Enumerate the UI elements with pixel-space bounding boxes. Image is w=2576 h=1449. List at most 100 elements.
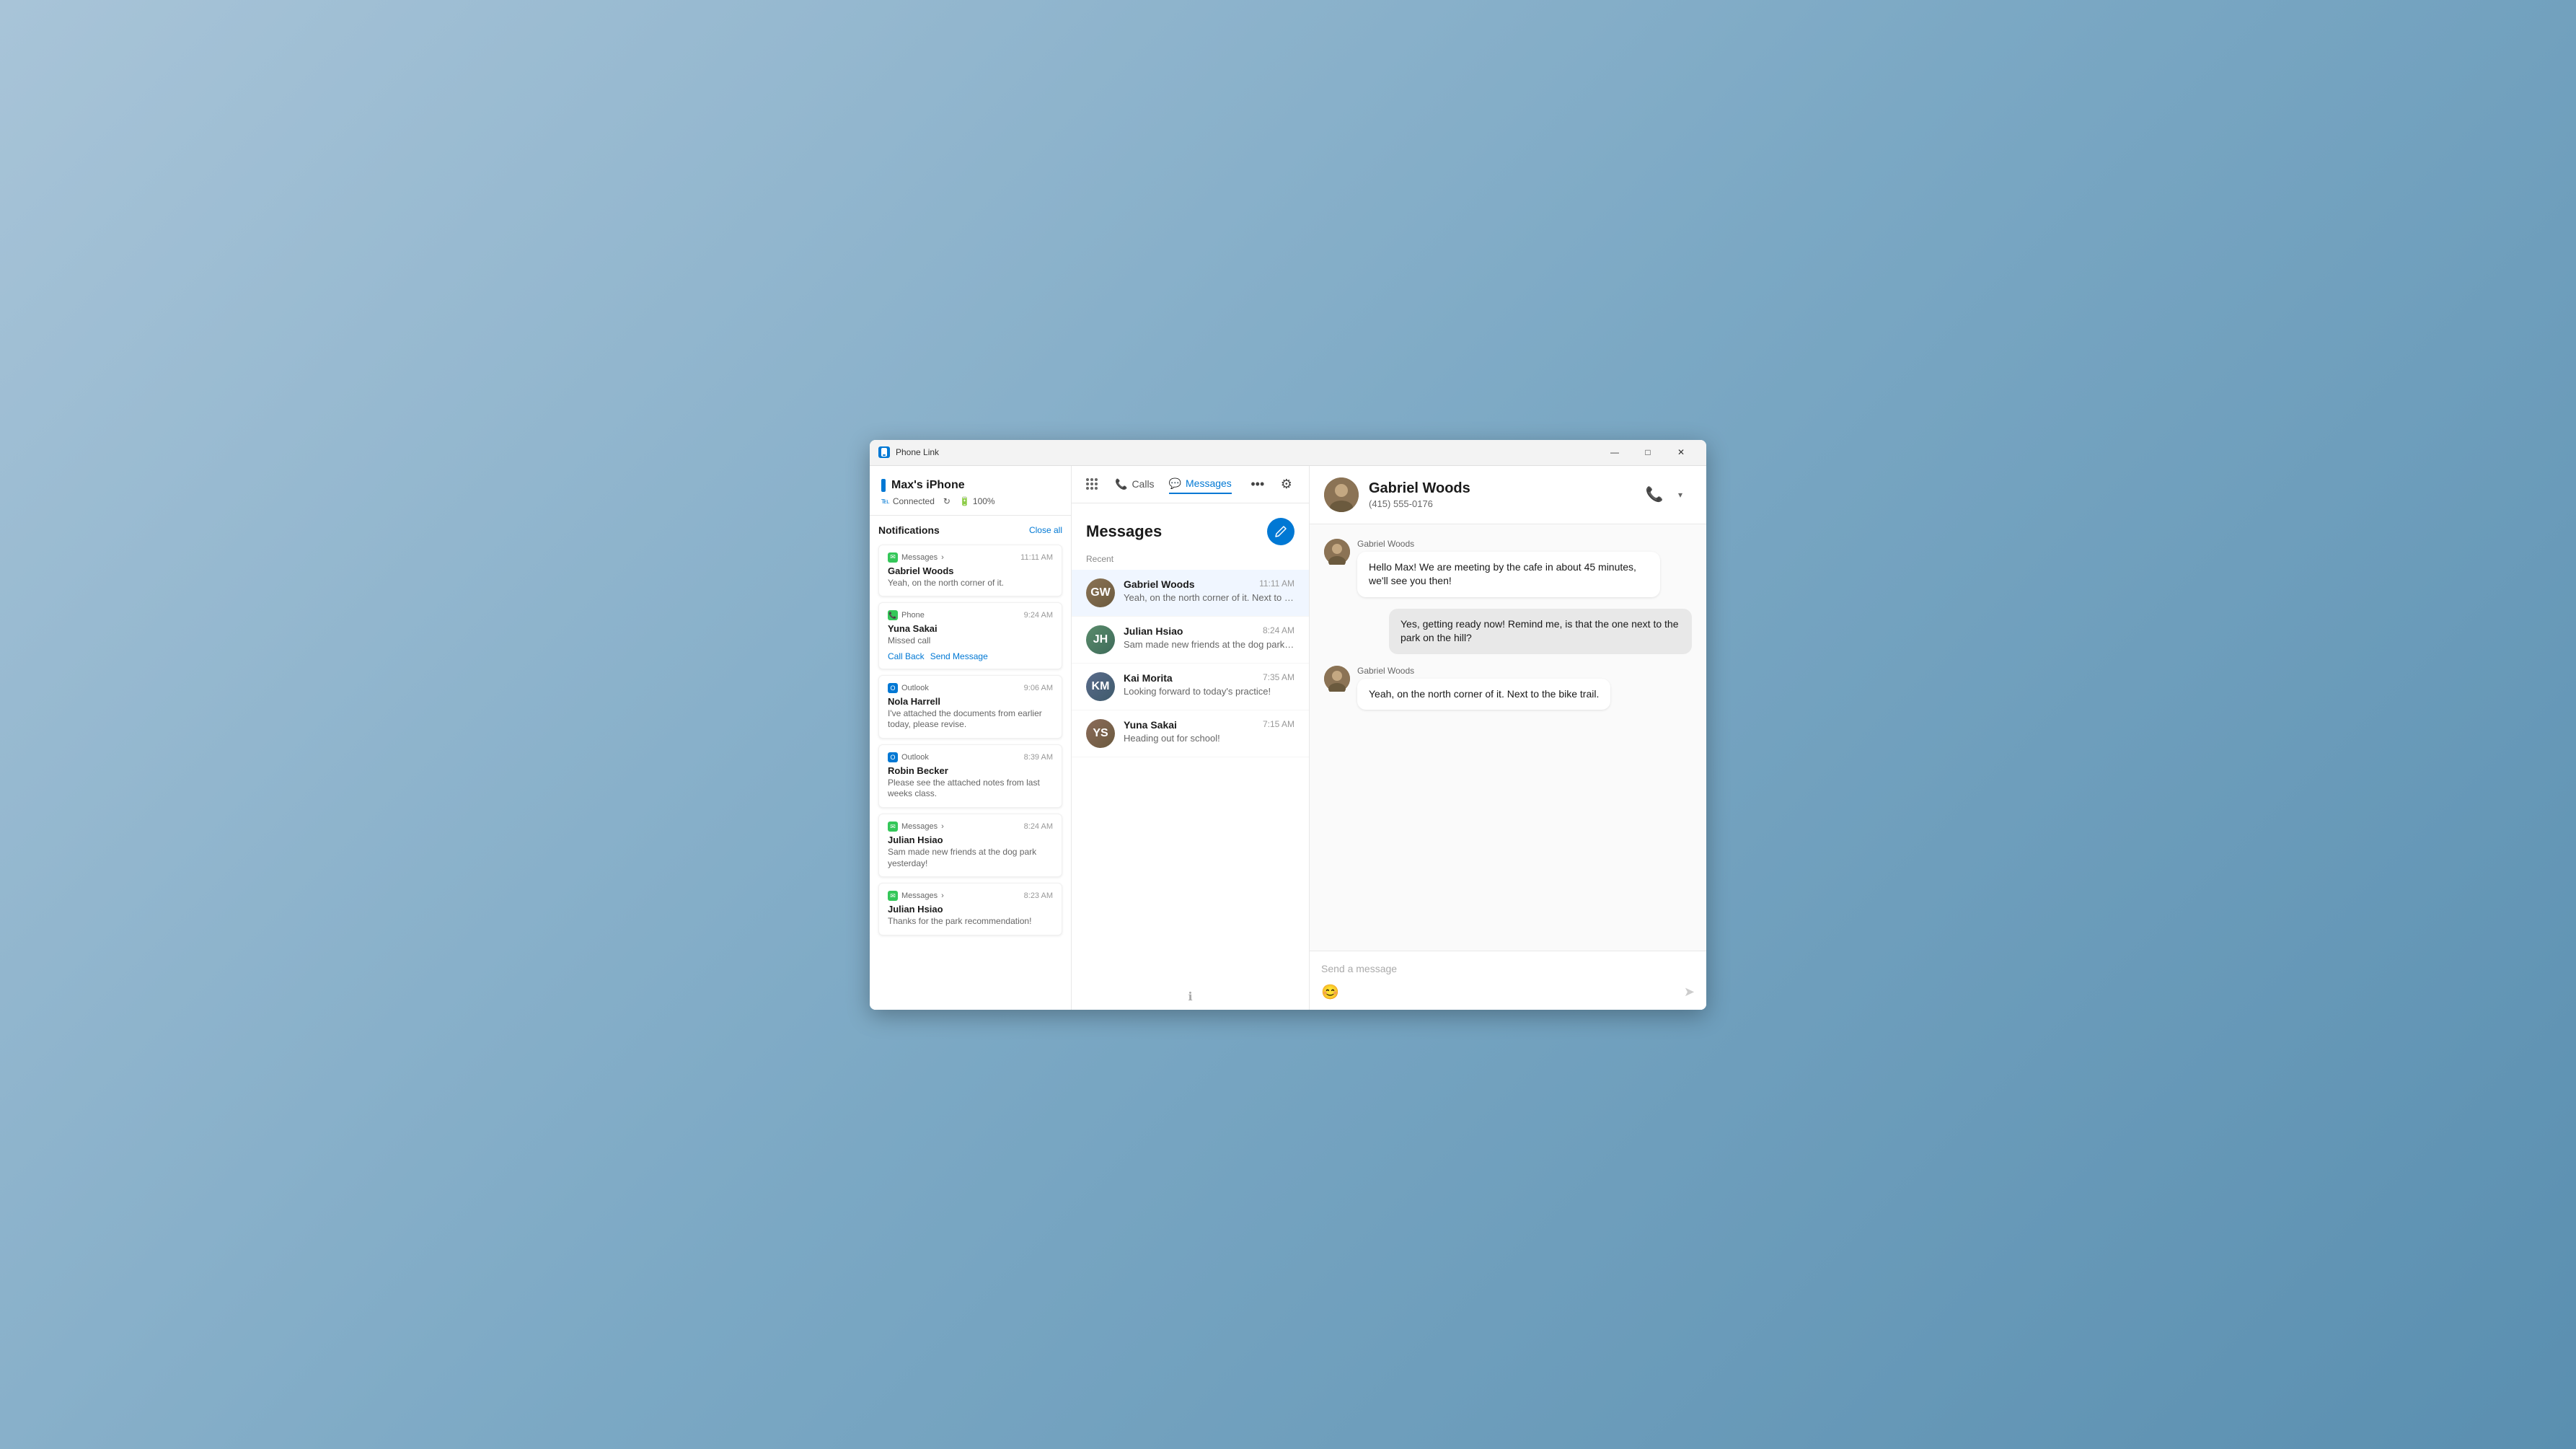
contact-avatar: JH (1086, 625, 1115, 654)
compose-button[interactable] (1267, 518, 1294, 545)
messages-app-icon: ✉ (888, 891, 898, 901)
message-info: Julian Hsiao 8:24 AM Sam made new friend… (1124, 625, 1294, 650)
send-message-button[interactable]: Send Message (930, 651, 988, 661)
phone-status-row: ℡ Connected ↻ 🔋 100% (881, 496, 1059, 506)
connection-status: Connected (893, 496, 935, 506)
notification-card[interactable]: O Outlook 9:06 AM Nola Harrell I've atta… (878, 675, 1062, 739)
notification-time: 8:39 AM (1024, 753, 1053, 762)
contact-avatar: YS (1086, 719, 1115, 748)
message-top: Yuna Sakai 7:15 AM (1124, 719, 1294, 731)
notifications-header: Notifications Close all (878, 524, 1062, 536)
bluetooth-icon: ℡ (881, 496, 890, 506)
notification-header: ✉ Messages › 8:24 AM (888, 822, 1053, 832)
more-options-button[interactable]: ••• (1246, 472, 1269, 496)
notification-card[interactable]: ✉ Messages › 8:23 AM Julian Hsiao Thanks… (878, 883, 1062, 935)
notification-header: 📞 Phone 9:24 AM (888, 610, 1053, 620)
notification-time: 8:24 AM (1024, 822, 1053, 831)
notification-header: ✉ Messages › 8:23 AM (888, 891, 1053, 901)
phone-info: Max's iPhone ℡ Connected ↻ 🔋 100% (870, 466, 1071, 516)
close-all-button[interactable]: Close all (1029, 525, 1062, 535)
notification-app: ✉ Messages › (888, 891, 944, 901)
contact-avatar: GW (1086, 578, 1115, 607)
notification-header: O Outlook 8:39 AM (888, 752, 1053, 762)
call-button[interactable]: 📞 (1643, 483, 1666, 506)
tab-calls[interactable]: 📞 Calls (1115, 475, 1155, 493)
conversation-item[interactable]: JH Julian Hsiao 8:24 AM Sam made new fri… (1072, 617, 1309, 664)
tab-messages[interactable]: 💬 Messages (1169, 475, 1232, 494)
notification-time: 11:11 AM (1020, 553, 1053, 562)
messages-header: Messages (1072, 503, 1309, 551)
notification-app: O Outlook (888, 752, 929, 762)
message-content: Yes, getting ready now! Remind me, is th… (1389, 609, 1692, 654)
chat-message-row: Yes, getting ready now! Remind me, is th… (1324, 609, 1692, 654)
notification-list: ✉ Messages › 11:11 AM Gabriel Woods Yeah… (878, 545, 1062, 935)
outlook-app-icon: O (888, 752, 898, 762)
message-time: 7:35 AM (1263, 672, 1294, 684)
arrow-icon: › (941, 553, 944, 562)
message-content: Gabriel Woods Yeah, on the north corner … (1357, 666, 1610, 710)
message-avatar (1324, 539, 1350, 565)
notification-card[interactable]: ✉ Messages › 11:11 AM Gabriel Woods Yeah… (878, 545, 1062, 597)
notification-app-name: Outlook (901, 684, 929, 692)
message-info: Kai Morita 7:35 AM Looking forward to to… (1124, 672, 1294, 697)
chat-message-row: Gabriel Woods Hello Max! We are meeting … (1324, 539, 1692, 597)
message-bubble: Hello Max! We are meeting by the cafe in… (1357, 552, 1660, 597)
message-info: Yuna Sakai 7:15 AM Heading out for schoo… (1124, 719, 1294, 744)
message-content: Gabriel Woods Hello Max! We are meeting … (1357, 539, 1660, 597)
app-icon (878, 446, 890, 458)
contact-name: Gabriel Woods (1369, 480, 1633, 497)
messages-nav-label: Messages (1186, 477, 1232, 489)
settings-button[interactable]: ⚙ (1275, 472, 1298, 496)
call-back-button[interactable]: Call Back (888, 651, 925, 661)
recent-label: Recent (1072, 551, 1309, 570)
notification-card[interactable]: ✉ Messages › 8:24 AM Julian Hsiao Sam ma… (878, 814, 1062, 877)
refresh-status: ↻ (943, 496, 950, 506)
message-avatar (1324, 666, 1350, 692)
conversation-item[interactable]: GW Gabriel Woods 11:11 AM Yeah, on the n… (1072, 570, 1309, 617)
messages-app-icon: ✉ (888, 822, 898, 832)
conversation-item[interactable]: KM Kai Morita 7:35 AM Looking forward to… (1072, 664, 1309, 710)
calls-label: Calls (1132, 478, 1154, 490)
notification-card[interactable]: 📞 Phone 9:24 AM Yuna Sakai Missed call C… (878, 602, 1062, 669)
minimize-button[interactable]: — (1598, 441, 1631, 463)
notification-preview: Thanks for the park recommendation! (888, 916, 1053, 928)
info-row: ℹ (1072, 984, 1309, 1010)
message-info: Gabriel Woods 11:11 AM Yeah, on the nort… (1124, 578, 1294, 603)
sidebar: Max's iPhone ℡ Connected ↻ 🔋 100% (870, 466, 1072, 1010)
message-time: 7:15 AM (1263, 719, 1294, 731)
close-button[interactable]: ✕ (1664, 441, 1698, 463)
notification-time: 9:06 AM (1024, 684, 1053, 692)
message-top: Kai Morita 7:35 AM (1124, 672, 1294, 684)
titlebar: Phone Link — □ ✕ (870, 440, 1706, 466)
notification-preview: I've attached the documents from earlier… (888, 708, 1053, 731)
input-toolbar: 😊 ➤ (1321, 983, 1695, 1001)
chat-message-row: Gabriel Woods Yeah, on the north corner … (1324, 666, 1692, 710)
emoji-button[interactable]: 😊 (1321, 983, 1339, 1001)
notification-app: ✉ Messages › (888, 822, 944, 832)
chevron-down-button[interactable]: ▾ (1669, 483, 1692, 506)
conversation-item[interactable]: YS Yuna Sakai 7:15 AM Heading out for sc… (1072, 710, 1309, 757)
messages-title: Messages (1086, 522, 1162, 541)
message-sender: Julian Hsiao (1124, 625, 1183, 637)
message-bubble: Yes, getting ready now! Remind me, is th… (1389, 609, 1692, 654)
chat-contact-avatar (1324, 477, 1359, 512)
refresh-icon: ↻ (943, 496, 950, 506)
notification-card[interactable]: O Outlook 8:39 AM Robin Becker Please se… (878, 744, 1062, 808)
messages-app-icon: ✉ (888, 552, 898, 563)
bluetooth-status: ℡ Connected (881, 496, 935, 506)
send-button[interactable]: ➤ (1684, 985, 1695, 1000)
notification-header: O Outlook 9:06 AM (888, 683, 1053, 693)
outlook-app-icon: O (888, 683, 898, 693)
message-top: Julian Hsiao 8:24 AM (1124, 625, 1294, 637)
notifications-title: Notifications (878, 524, 940, 536)
chevron-down-icon: ▾ (1678, 490, 1682, 500)
message-time: 11:11 AM (1259, 578, 1294, 590)
notifications-section: Notifications Close all ✉ Messages › 11:… (870, 516, 1071, 1010)
message-input[interactable] (1321, 960, 1695, 980)
notification-time: 8:23 AM (1024, 891, 1053, 900)
arrow-icon: › (941, 891, 944, 900)
notification-actions: Call Back Send Message (888, 651, 1053, 661)
message-sender: Gabriel Woods (1124, 578, 1195, 590)
notification-sender: Julian Hsiao (888, 904, 1053, 915)
maximize-button[interactable]: □ (1631, 441, 1664, 463)
